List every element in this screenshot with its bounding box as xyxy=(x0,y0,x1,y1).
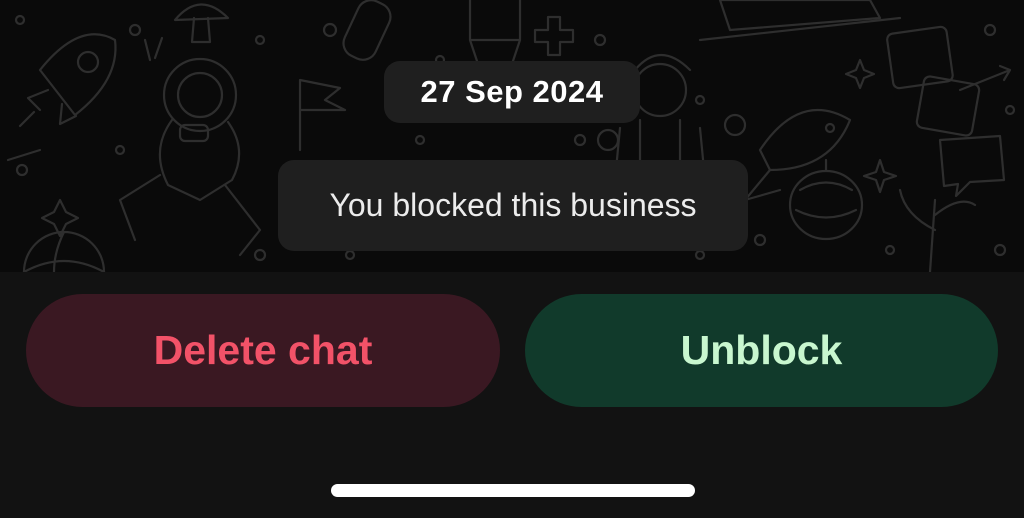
laptop-doodle xyxy=(698,0,902,42)
chair-doodle xyxy=(468,0,522,72)
cross-doodle xyxy=(533,15,575,57)
date-label: 27 Sep 2024 xyxy=(420,74,604,109)
sparkle-doodle xyxy=(40,198,80,238)
blocked-system-message: You blocked this business xyxy=(278,160,748,251)
unblock-label: Unblock xyxy=(680,327,843,373)
chat-history-area[interactable]: 27 Sep 2024 You blocked this business xyxy=(0,0,1024,272)
astronaut-doodle xyxy=(118,36,262,257)
plant-doodle xyxy=(898,188,977,272)
home-indicator[interactable] xyxy=(331,484,695,497)
date-separator: 27 Sep 2024 xyxy=(384,61,640,123)
arrow-doodle xyxy=(958,64,1012,92)
sparkle-doodle xyxy=(844,58,876,90)
chat-screen: 27 Sep 2024 You blocked this business De… xyxy=(0,0,1024,518)
rocket-doodle xyxy=(18,33,117,128)
fish-doodle xyxy=(743,108,852,202)
flag-doodle xyxy=(298,78,347,152)
blocked-action-bar: Delete chat Unblock xyxy=(0,272,1024,518)
unblock-button[interactable]: Unblock xyxy=(525,294,998,407)
system-message-text: You blocked this business xyxy=(329,187,697,223)
globe-doodle xyxy=(22,230,106,272)
skateboard-doodle xyxy=(342,0,392,61)
arrow-doodle xyxy=(6,148,42,162)
lantern-doodle xyxy=(788,158,864,241)
delete-chat-button[interactable]: Delete chat xyxy=(26,294,500,407)
mushroom-doodle xyxy=(173,3,230,44)
chat-bubble-doodle xyxy=(938,134,1006,198)
delete-chat-label: Delete chat xyxy=(153,327,373,373)
sparkle-doodle xyxy=(862,158,898,194)
